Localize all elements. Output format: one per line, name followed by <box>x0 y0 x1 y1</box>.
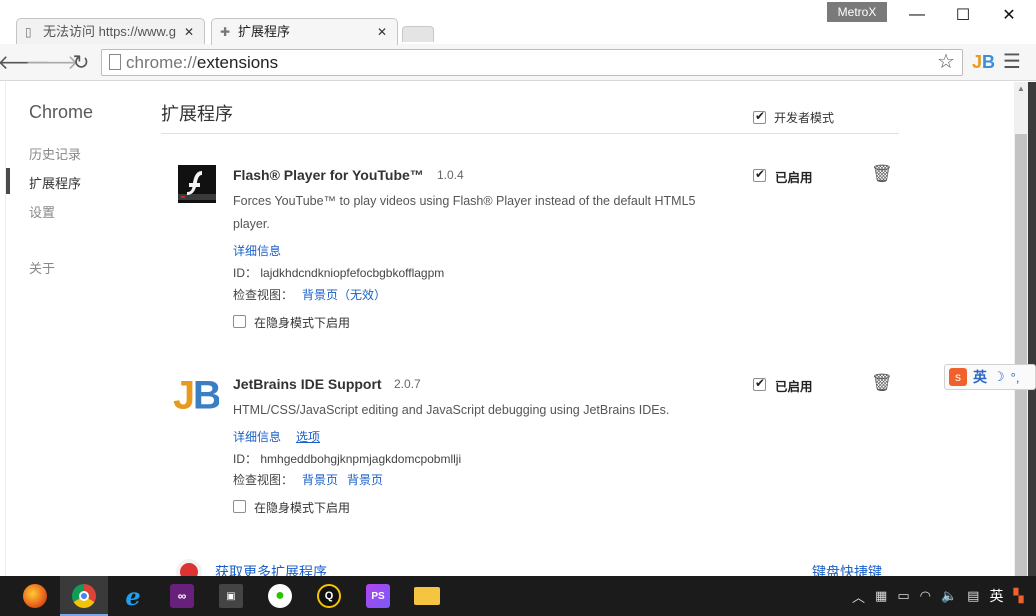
input-language-indicator[interactable]: 英 <box>989 586 1003 606</box>
tab-extensions[interactable]: ✚ 扩展程序 ✕ <box>211 18 398 45</box>
trash-icon[interactable]: 🗑 <box>871 373 893 393</box>
flash-icon <box>178 165 216 203</box>
bookmark-star-icon[interactable]: ☆ <box>937 51 955 73</box>
wifi-icon[interactable]: ◠ <box>920 588 931 604</box>
qq-icon[interactable]: Q <box>305 576 353 616</box>
notification-icon[interactable]: ▤ <box>967 588 979 604</box>
svg-text:B: B <box>193 374 219 415</box>
firefox-icon[interactable] <box>11 576 59 616</box>
visual-studio-icon[interactable]: ∞ <box>158 576 206 616</box>
extension-id: ID： hmhgeddbohgjknpmjagkdomcpobmllji <box>233 452 462 466</box>
game-icon[interactable]: ▣ <box>207 576 255 616</box>
address-url[interactable]: chrome://extensions <box>126 53 278 73</box>
details-link[interactable]: 详细信息 <box>233 428 281 445</box>
extension-version: 2.0.7 <box>394 377 421 391</box>
incognito-label[interactable]: 在隐身模式下启用 <box>254 314 350 331</box>
extension-name: Flash® Player for YouTube™ <box>233 167 424 183</box>
extension-card-jetbrains: J B JetBrains IDE Support 2.0.7 HTML/CSS… <box>161 369 901 559</box>
incognito-checkbox[interactable] <box>233 500 246 513</box>
jetbrains-icon: J B <box>173 374 219 415</box>
scrollbar-thumb[interactable] <box>1015 134 1027 576</box>
taskbar: e ∞ ▣ ● Q PS ︿ ▦ ▭ ◠ 🔈 ▤ 英 ▚ <box>0 576 1036 616</box>
keyboard-shortcuts-link[interactable]: 键盘快捷键 <box>812 562 882 576</box>
new-tab-button[interactable] <box>402 26 434 42</box>
forward-arrow-icon[interactable]: 🡒 <box>25 50 79 74</box>
maximize-button[interactable]: ☐ <box>940 0 986 30</box>
divider <box>161 133 899 134</box>
close-tab-icon[interactable]: ✕ <box>377 19 387 45</box>
page-icon <box>109 54 121 70</box>
incognito-label[interactable]: 在隐身模式下启用 <box>254 499 350 516</box>
jetbrains-extension-icon[interactable]: JB <box>972 52 995 72</box>
svg-text:J: J <box>173 374 195 415</box>
battery-icon[interactable]: ▭ <box>897 588 909 604</box>
scroll-up-arrow-icon[interactable]: ▲ <box>1014 82 1028 96</box>
ie-icon[interactable]: e <box>109 576 157 616</box>
sidebar-selection-marker <box>6 168 10 194</box>
metrox-badge[interactable]: MetroX <box>827 2 887 22</box>
extension-description: Forces YouTube™ to play videos using Fla… <box>233 194 696 231</box>
close-tab-icon[interactable]: ✕ <box>184 19 194 45</box>
address-bar[interactable]: chrome://extensions <box>101 49 963 76</box>
close-window-button[interactable]: ✕ <box>986 0 1032 30</box>
system-tray: ︿ ▦ ▭ ◠ 🔈 ▤ 英 ▚ <box>852 576 1023 616</box>
sidebar-item-settings[interactable]: 设置 <box>29 202 55 221</box>
file-explorer-icon[interactable] <box>403 576 451 616</box>
chevron-up-icon[interactable]: ︿ <box>852 587 865 606</box>
punctuation-icon[interactable]: °, <box>1011 370 1020 385</box>
options-link[interactable]: 选项 <box>296 428 320 445</box>
menu-icon[interactable]: ☰ <box>1003 51 1021 73</box>
volume-icon[interactable]: 🔈 <box>941 588 957 604</box>
title-bar: ▯ 无法访问 https://www.g ✕ ✚ 扩展程序 ✕ MetroX —… <box>0 0 1036 45</box>
tab-title: 无法访问 https://www.g <box>43 24 176 39</box>
chrome-icon[interactable] <box>60 576 108 616</box>
enabled-checkbox[interactable] <box>753 167 766 182</box>
developer-mode-checkbox[interactable] <box>753 109 766 124</box>
extension-description: HTML/CSS/JavaScript editing and JavaScri… <box>233 403 670 417</box>
page-title: 扩展程序 <box>161 104 233 124</box>
tab-title: 扩展程序 <box>238 24 291 39</box>
sidebar-item-about[interactable]: 关于 <box>29 258 55 277</box>
half-width-moon-icon[interactable]: ☽ <box>993 369 1005 385</box>
sogou-tray-icon[interactable]: ▚ <box>1013 588 1023 604</box>
get-more-extensions-link[interactable]: 获取更多扩展程序 <box>215 562 327 576</box>
inspect-background-page-link[interactable]: 背景页 <box>302 471 338 488</box>
inspect-background-page-link[interactable]: 背景页（无效） <box>302 286 386 303</box>
inspect-views-label: 检查视图： <box>233 473 294 487</box>
extensions-page: Chrome 历史记录 扩展程序 设置 关于 扩展程序 开发者模式 Flash®… <box>0 82 1036 576</box>
enabled-label[interactable]: 已启用 <box>775 376 813 395</box>
tab-unreachable-page[interactable]: ▯ 无法访问 https://www.g ✕ <box>16 18 205 45</box>
browser-toolbar: 🡐 🡒 ↻ chrome://extensions ☆ JB ☰ <box>0 44 1036 81</box>
developer-mode-label[interactable]: 开发者模式 <box>774 109 834 126</box>
puzzle-icon: ✚ <box>220 25 231 39</box>
reload-icon[interactable]: ↻ <box>69 50 93 74</box>
inspect-background-page-link[interactable]: 背景页 <box>347 471 383 488</box>
page-icon: ▯ <box>25 25 32 39</box>
inspect-views-label: 检查视图： <box>233 288 294 302</box>
minimize-button[interactable]: — <box>894 0 940 30</box>
details-link[interactable]: 详细信息 <box>233 242 281 259</box>
sogou-ime-icon[interactable]: s <box>949 368 967 386</box>
network-monitor-icon[interactable]: ▦ <box>875 588 887 604</box>
extension-card-flash: Flash® Player for YouTube™ 1.0.4 Forces … <box>161 160 901 350</box>
enabled-label[interactable]: 已启用 <box>775 167 813 186</box>
sidebar-item-extensions[interactable]: 扩展程序 <box>29 173 81 192</box>
wechat-icon[interactable]: ● <box>256 576 304 616</box>
trash-icon[interactable]: 🗑 <box>871 164 893 184</box>
ime-language-indicator[interactable]: 英 <box>973 367 987 387</box>
enabled-checkbox[interactable] <box>753 376 766 391</box>
ime-toolbar[interactable]: s 英 ☽ °, <box>944 364 1036 390</box>
chrome-store-icon <box>176 559 202 576</box>
extension-version: 1.0.4 <box>437 168 464 182</box>
sidebar-item-history[interactable]: 历史记录 <box>29 144 81 163</box>
extension-id: ID： lajdkhdcndkniopfefocbgbkofflagpm <box>233 266 445 280</box>
sidebar-brand: Chrome <box>29 102 94 122</box>
phpstorm-icon[interactable]: PS <box>354 576 402 616</box>
extension-name: JetBrains IDE Support <box>233 376 382 392</box>
vertical-scrollbar[interactable]: ▲ <box>1014 82 1028 576</box>
incognito-checkbox[interactable] <box>233 315 246 328</box>
